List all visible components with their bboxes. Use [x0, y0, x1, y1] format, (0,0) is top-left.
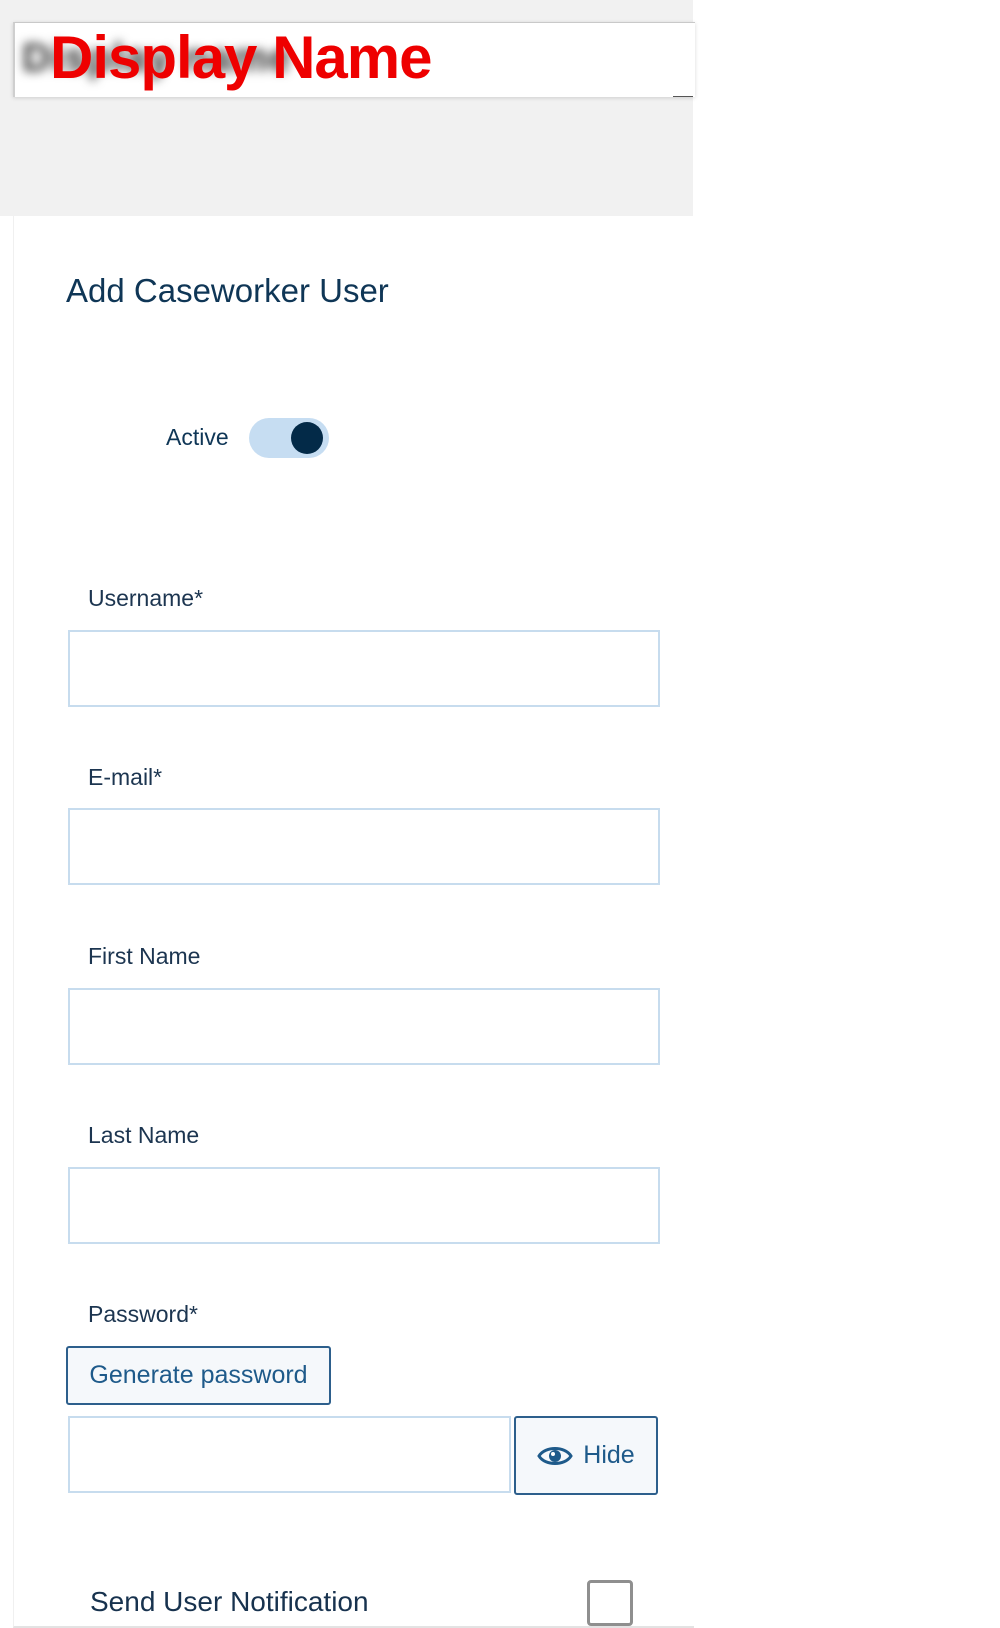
header-divider: [673, 96, 693, 97]
email-label: E-mail*: [88, 764, 163, 790]
password-input[interactable]: [68, 1416, 511, 1493]
last-name-input[interactable]: [68, 1167, 660, 1244]
eye-icon: [537, 1444, 574, 1468]
username-input[interactable]: [68, 630, 660, 707]
email-input[interactable]: [68, 808, 660, 885]
username-label: Username*: [88, 585, 204, 611]
last-name-label: Last Name: [88, 1122, 200, 1148]
password-label: Password*: [88, 1301, 198, 1327]
send-notification-label: Send User Notification: [90, 1586, 369, 1617]
active-label: Active: [166, 424, 229, 450]
first-name-input[interactable]: [68, 988, 660, 1065]
display-name-annotation: Display Name: [50, 24, 433, 91]
page-title: Add Caseworker User: [66, 272, 389, 309]
hide-button-label: Hide: [583, 1441, 635, 1469]
active-toggle[interactable]: [249, 418, 329, 458]
hide-password-button[interactable]: Hide: [514, 1416, 658, 1495]
first-name-label: First Name: [88, 943, 201, 969]
toggle-knob: [291, 422, 323, 454]
send-notification-checkbox[interactable]: [587, 1580, 633, 1626]
generate-password-button[interactable]: Generate password: [66, 1346, 331, 1405]
